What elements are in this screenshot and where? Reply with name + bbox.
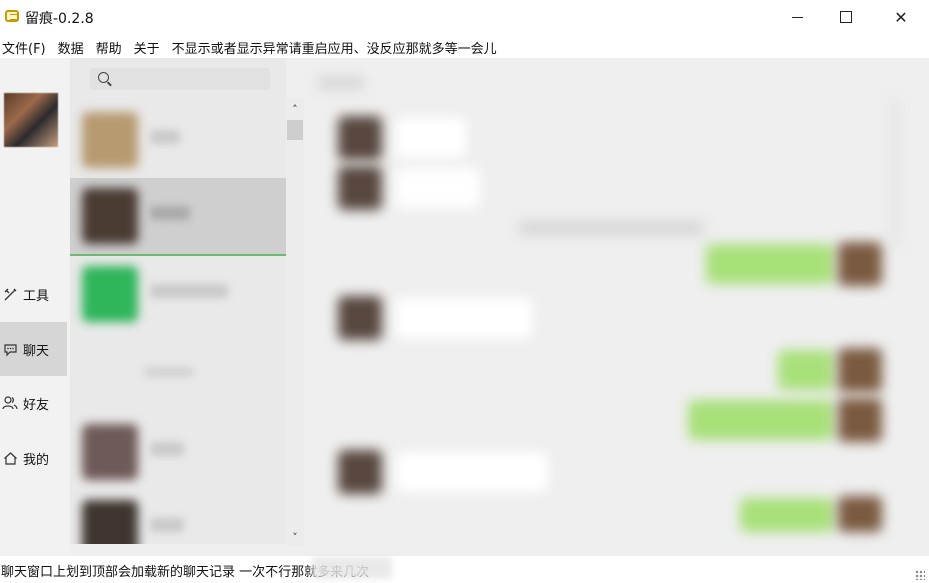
main-area: 工具 聊天 好友 我的 ˄ ˅ (0, 58, 929, 556)
message-bubble (396, 168, 480, 208)
side-nav: 工具 聊天 好友 我的 (0, 58, 70, 556)
nav-friends[interactable]: 好友 (0, 376, 67, 430)
minimize-icon (791, 16, 803, 18)
menu-about[interactable]: 关于 (129, 38, 167, 57)
chat-list-scrollbar[interactable]: ˄ ˅ (286, 98, 304, 546)
list-item[interactable] (70, 256, 286, 332)
maximize-button[interactable] (823, 0, 869, 34)
message-bubble (396, 452, 548, 492)
title-bar: 留痕-0.2.8 ✕ (0, 0, 929, 34)
contact-name (150, 442, 184, 456)
message-avatar (838, 398, 882, 442)
status-bar: 聊天窗口上划到顶部会加载新的聊天记录 一次不行那就多来几次 (0, 556, 929, 583)
message-avatar (838, 242, 882, 286)
menu-notice[interactable]: 不显示或者显示异常请重启应用、没反应那就多等一会儿 (167, 38, 504, 57)
contact-name (150, 284, 228, 298)
message-bubble (396, 118, 466, 158)
nav-friends-label: 好友 (23, 397, 50, 413)
close-icon: ✕ (894, 7, 908, 27)
contact-name (150, 130, 180, 144)
chat-header (318, 76, 364, 90)
message-avatar (838, 348, 882, 392)
message-bubble (706, 244, 834, 284)
nav-tools[interactable]: 工具 (0, 267, 67, 321)
message-avatar (338, 296, 382, 340)
scroll-up-arrow[interactable]: ˄ (286, 100, 304, 118)
chat-panel (304, 58, 929, 556)
scroll-down-arrow[interactable]: ˅ (286, 528, 304, 546)
search-input[interactable] (90, 68, 270, 90)
message-bubble (396, 298, 532, 338)
contact-name (150, 518, 184, 532)
menu-bar: 文件(F) 数据 帮助 关于 不显示或者显示异常请重启应用、没反应那就多等一会儿 (0, 36, 504, 58)
nav-chat-label: 聊天 (23, 343, 50, 359)
maximize-icon (840, 11, 852, 23)
menu-file[interactable]: 文件(F) (0, 38, 53, 57)
selection-accent (70, 254, 286, 256)
menu-help[interactable]: 帮助 (91, 38, 129, 57)
list-item[interactable] (70, 490, 286, 544)
home-icon (2, 450, 18, 466)
avatar[interactable] (4, 93, 58, 147)
message-timestamp (518, 220, 704, 236)
window-title: 留痕-0.2.8 (25, 11, 94, 27)
list-item[interactable] (70, 178, 286, 254)
message-bubble (778, 350, 834, 390)
menu-data[interactable]: 数据 (53, 38, 91, 57)
message-avatar (338, 116, 382, 160)
resize-grip-icon[interactable] (915, 570, 925, 580)
tools-icon (2, 286, 18, 302)
close-button[interactable]: ✕ (878, 0, 924, 34)
minimize-button[interactable] (774, 0, 820, 34)
chat-bubble-icon (2, 341, 18, 357)
contact-avatar (82, 266, 138, 322)
message-avatar (338, 450, 382, 494)
message-bubble (740, 498, 834, 532)
list-divider (144, 367, 194, 377)
contact-avatar (82, 188, 138, 244)
contact-name (150, 206, 190, 220)
list-item[interactable] (70, 102, 286, 178)
nav-tools-label: 工具 (23, 288, 50, 304)
nav-me-label: 我的 (23, 452, 50, 468)
scroll-thumb[interactable] (287, 120, 303, 140)
search-icon (98, 72, 109, 83)
nav-chat[interactable]: 聊天 (0, 322, 67, 376)
contact-avatar (82, 112, 138, 168)
message-avatar (338, 166, 382, 210)
status-overlay (312, 557, 392, 579)
message-bubble (688, 400, 834, 440)
chat-list (70, 58, 286, 544)
app-icon (5, 10, 19, 22)
contact-avatar (82, 424, 138, 480)
contact-avatar (82, 500, 138, 544)
nav-me[interactable]: 我的 (0, 431, 67, 485)
message-avatar (838, 496, 882, 532)
chat-scrollbar[interactable] (892, 98, 898, 248)
list-item[interactable] (70, 414, 286, 490)
friends-icon (2, 395, 18, 411)
